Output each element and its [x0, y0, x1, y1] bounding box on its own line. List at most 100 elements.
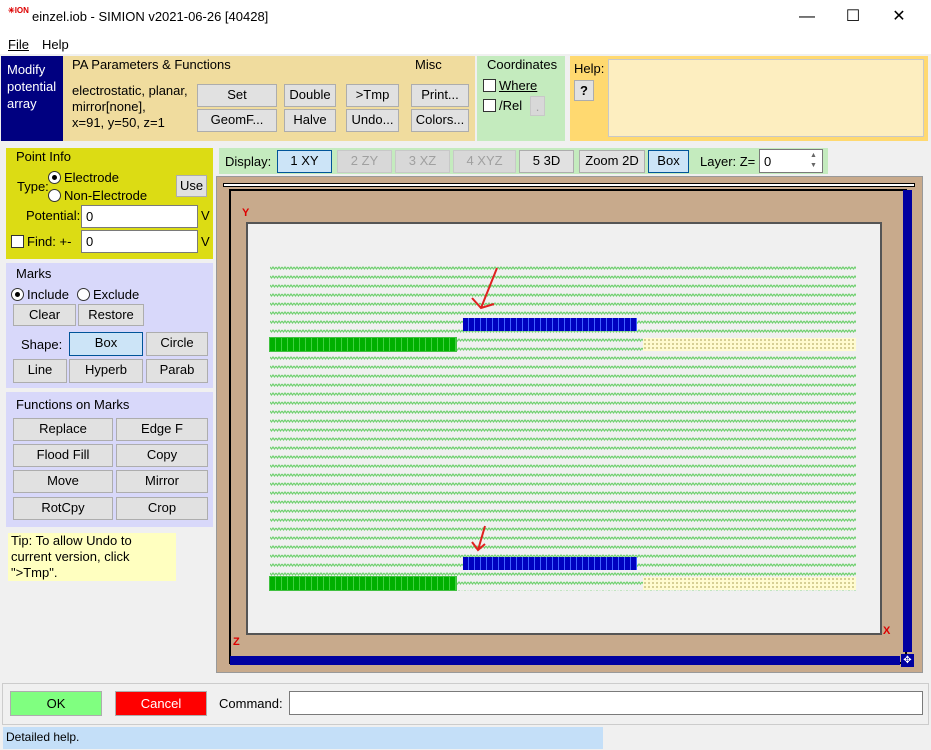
- marked-region-bottom: [643, 577, 856, 590]
- help-text-area[interactable]: [608, 59, 924, 137]
- shape-circle-button[interactable]: Circle: [146, 332, 208, 356]
- help-question-button[interactable]: ?: [574, 80, 594, 101]
- command-input[interactable]: [289, 691, 923, 715]
- pa-params-heading: PA Parameters & Functions: [72, 57, 231, 72]
- flood-fill-button[interactable]: Flood Fill: [13, 444, 113, 467]
- shape-hyperb-button[interactable]: Hyperb: [69, 359, 143, 383]
- electrode-radio[interactable]: Electrode: [48, 170, 119, 185]
- checkbox-icon: [483, 99, 496, 112]
- app-icon: ✳ION: [8, 6, 29, 15]
- title-bar: ✳ION einzel.iob - SIMION v2021-06-26 [40…: [0, 0, 931, 34]
- where-label: Where: [499, 78, 538, 93]
- checkbox-icon: [483, 79, 496, 92]
- find-unit: V: [201, 234, 210, 249]
- move-button[interactable]: Move: [13, 470, 113, 493]
- potential-label: Potential:: [26, 208, 81, 223]
- point-info-panel: Point Info Type: Electrode Non-Electrode…: [6, 148, 213, 259]
- annotation-arrows: [471, 267, 498, 552]
- axis-z-label: Z: [233, 636, 240, 648]
- colors-button[interactable]: Colors...: [411, 109, 469, 132]
- arrow-annotation-bottom: [471, 525, 486, 552]
- include-label: Include: [27, 287, 69, 302]
- zoom-toolbar: Zoom 2D Box Layer: Z= ▲▼: [576, 148, 828, 174]
- menu-bar: File Help: [0, 34, 931, 54]
- replace-button[interactable]: Replace: [13, 418, 113, 441]
- edge-f-button[interactable]: Edge F: [116, 418, 208, 441]
- vertical-scrollbar[interactable]: [903, 190, 912, 652]
- type-label: Type:: [17, 179, 49, 194]
- radio-icon: [48, 189, 61, 202]
- potential-input[interactable]: [81, 205, 198, 228]
- shape-label: Shape:: [21, 337, 63, 352]
- halve-button[interactable]: Halve: [284, 109, 336, 132]
- zoom-2d-button[interactable]: Zoom 2D: [579, 150, 645, 173]
- crop-button[interactable]: Crop: [116, 497, 208, 520]
- find-input[interactable]: [81, 230, 198, 253]
- canvas-outer-border: [223, 183, 915, 187]
- where-checkbox[interactable]: Where: [483, 78, 537, 93]
- command-label: Command:: [219, 696, 283, 711]
- view-5-3d-button[interactable]: 5 3D: [519, 150, 574, 173]
- rel-checkbox[interactable]: /Rel: [483, 98, 522, 113]
- close-button[interactable]: ✕: [876, 0, 922, 34]
- scroll-corner-icon[interactable]: ✥: [901, 654, 914, 667]
- shape-box-button[interactable]: Box: [69, 332, 143, 356]
- cancel-button[interactable]: Cancel: [115, 691, 207, 716]
- shape-line-button[interactable]: Line: [13, 359, 67, 383]
- coord-small-button[interactable]: .: [530, 96, 545, 116]
- pa-info-line: mirror[none],: [72, 99, 146, 114]
- horizontal-scrollbar[interactable]: [230, 656, 900, 665]
- ok-button[interactable]: OK: [10, 691, 102, 716]
- view-1xy-button[interactable]: 1 XY: [277, 150, 332, 173]
- radio-icon: [11, 288, 24, 301]
- tip-text: Tip: To allow Undo to current version, c…: [8, 533, 176, 581]
- coordinates-panel: Coordinates Where /Rel .: [477, 56, 565, 141]
- set-params-button[interactable]: Set Params...: [197, 84, 277, 122]
- clear-button[interactable]: Clear: [13, 304, 76, 326]
- maximize-button[interactable]: ☐: [830, 0, 876, 34]
- marks-panel: Marks Include Exclude Clear Restore Shap…: [6, 263, 213, 388]
- electrode-green-bottom: [270, 577, 456, 590]
- include-radio[interactable]: Include: [11, 287, 69, 302]
- menu-help[interactable]: Help: [42, 37, 69, 52]
- non-electrode-grid: [270, 265, 856, 591]
- view-3xz-button[interactable]: 3 XZ: [395, 150, 450, 173]
- exclude-label: Exclude: [93, 287, 140, 302]
- box-button[interactable]: Box: [648, 150, 689, 173]
- functions-panel: Functions on Marks Replace Edge F Flood …: [6, 392, 213, 527]
- find-checkbox[interactable]: Find: +-: [11, 234, 71, 249]
- marks-heading: Marks: [16, 266, 52, 281]
- menu-file[interactable]: File: [8, 37, 29, 52]
- non-electrode-radio[interactable]: Non-Electrode: [48, 188, 147, 203]
- shape-parab-button[interactable]: Parab: [146, 359, 208, 383]
- electrode-green-top: [270, 338, 456, 351]
- undo-button[interactable]: Undo...: [346, 109, 399, 132]
- restore-button[interactable]: Restore: [78, 304, 144, 326]
- copy-button[interactable]: Copy: [116, 444, 208, 467]
- checkbox-icon: [11, 235, 24, 248]
- view-2zy-button[interactable]: 2 ZY: [337, 150, 392, 173]
- potential-unit: V: [201, 208, 210, 223]
- mirror-button[interactable]: Mirror: [116, 470, 208, 493]
- radio-icon: [48, 171, 61, 184]
- layer-spinner[interactable]: ▲ ▼: [806, 151, 821, 171]
- coordinates-heading: Coordinates: [487, 57, 558, 72]
- use-button[interactable]: Use: [176, 175, 207, 197]
- pa-params-panel: PA Parameters & Functions Misc electrost…: [63, 56, 475, 141]
- rotcpy-button[interactable]: RotCpy: [13, 497, 113, 520]
- point-info-heading: Point Info: [16, 149, 71, 164]
- window-title: einzel.iob - SIMION v2021-06-26 [40428]: [32, 9, 269, 24]
- minimize-button[interactable]: —: [784, 0, 830, 34]
- marked-region-top: [643, 338, 856, 351]
- electrode-label: Electrode: [64, 170, 119, 185]
- pa-info-line: electrostatic, planar,: [72, 83, 188, 98]
- geomf-button[interactable]: GeomF...: [197, 109, 277, 132]
- find-label: Find: +-: [27, 234, 72, 249]
- exclude-radio[interactable]: Exclude: [77, 287, 139, 302]
- pa-info: electrostatic, planar, mirror[none], x=9…: [72, 83, 188, 131]
- axis-y-label: Y: [242, 207, 250, 219]
- view-4xyz-button[interactable]: 4 XYZ: [453, 150, 516, 173]
- double-button[interactable]: Double: [284, 84, 336, 107]
- tmp-button[interactable]: >Tmp: [346, 84, 399, 107]
- print-button[interactable]: Print...: [411, 84, 469, 107]
